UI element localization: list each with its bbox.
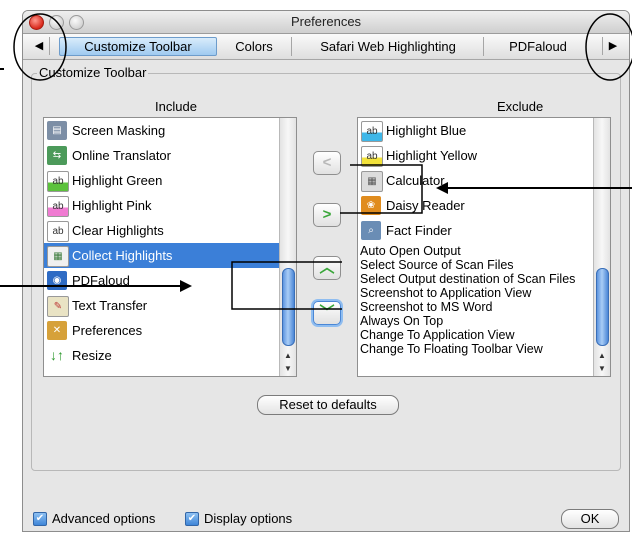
annotation-bracket-updown — [231, 261, 342, 310]
annotation-overlay — [0, 13, 632, 310]
annotation-arrowhead — [180, 280, 192, 292]
annotation-arrowhead — [436, 182, 448, 194]
annotation-circle-right — [585, 13, 632, 81]
annotation-circle-left — [13, 13, 67, 81]
annotation-bracket-right — [340, 164, 423, 214]
